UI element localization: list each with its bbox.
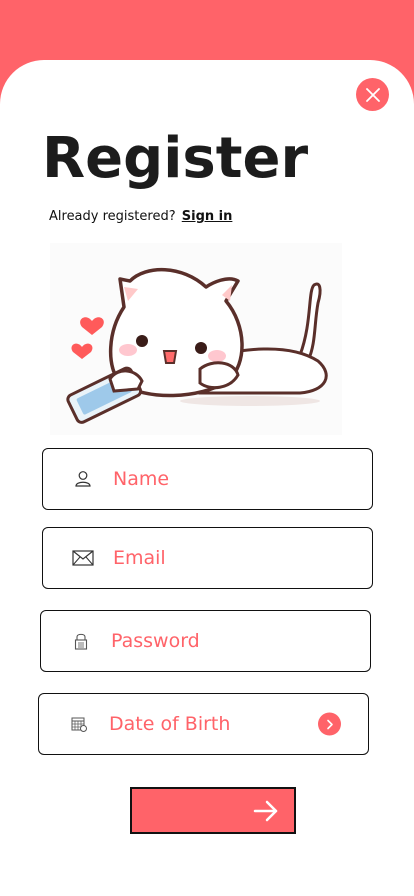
password-field[interactable]: Password <box>40 610 371 672</box>
email-label: Email <box>113 547 166 569</box>
name-label: Name <box>113 468 170 490</box>
signin-prompt-text: Already registered? <box>49 209 176 224</box>
signin-link[interactable]: Sign in <box>182 209 233 224</box>
close-icon <box>365 87 380 102</box>
chevron-right-icon <box>326 719 333 729</box>
user-icon <box>71 467 95 491</box>
name-field[interactable]: Name <box>42 448 373 510</box>
signin-prompt: Already registered? Sign in <box>49 207 232 227</box>
date-picker-button[interactable] <box>318 712 341 736</box>
cat-mascot-illustration <box>50 243 342 435</box>
envelope-icon <box>71 546 95 570</box>
submit-button[interactable] <box>130 787 296 834</box>
email-field[interactable]: Email <box>42 527 373 589</box>
arrow-right-icon <box>253 800 278 821</box>
date-of-birth-label: Date of Birth <box>109 713 231 735</box>
page-title: Register <box>42 126 309 191</box>
calendar-icon <box>67 712 91 736</box>
date-of-birth-field[interactable]: Date of Birth <box>38 693 369 755</box>
close-button[interactable] <box>356 78 389 111</box>
password-label: Password <box>111 630 200 652</box>
lock-icon <box>69 629 93 653</box>
